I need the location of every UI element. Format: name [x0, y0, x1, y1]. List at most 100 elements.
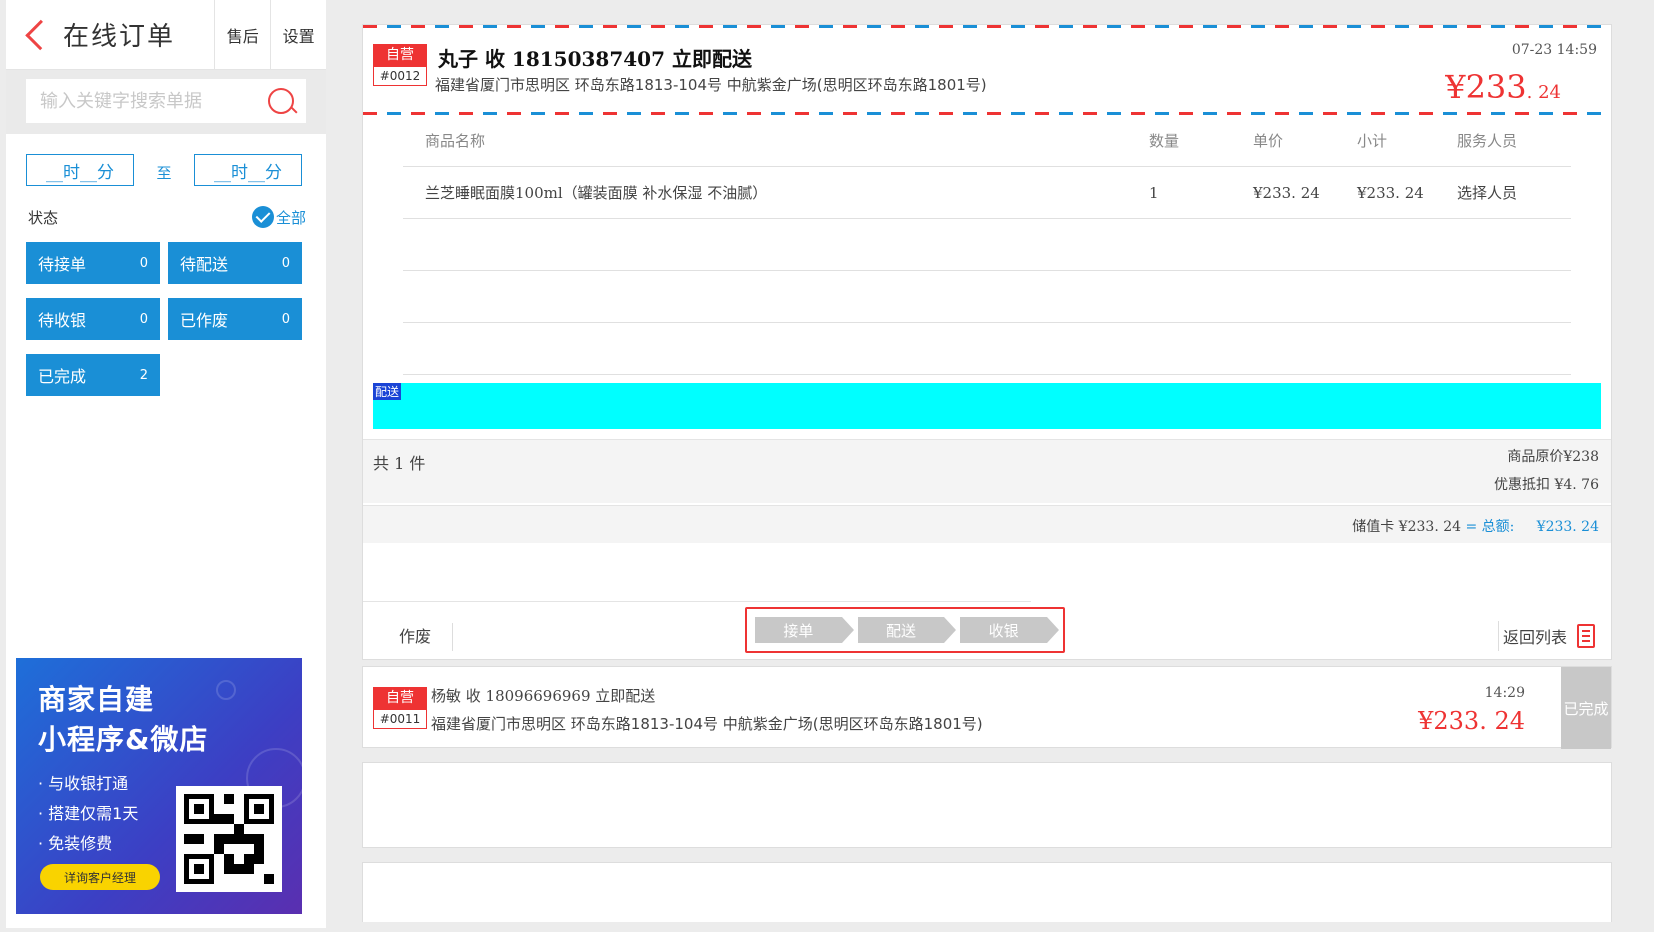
status-count: 0 — [139, 311, 148, 327]
step-delivery-button[interactable]: 配送 — [857, 617, 956, 643]
select-staff-button[interactable]: 选择人员 — [1457, 182, 1557, 203]
original-price: 商品原价¥238 — [1507, 449, 1599, 465]
promo-point: · 搭建仅需1天 — [38, 804, 139, 823]
item-qty: 1 — [1149, 183, 1159, 202]
pay-method: 储值卡 ¥233. 24 — [1352, 519, 1462, 535]
table-row-empty — [403, 219, 1571, 271]
item-price: ¥233. 24 — [1253, 183, 1320, 202]
equals-sign: = — [1465, 519, 1478, 535]
order-time: 07-23 14:59 — [1511, 42, 1597, 58]
table-header: 商品名称 数量 单价 小计 服务人员 — [403, 115, 1571, 167]
step-cashier-button[interactable]: 收银 — [960, 617, 1059, 643]
status-count: 2 — [139, 367, 148, 383]
qr-code-icon — [176, 786, 282, 892]
promo-banner[interactable]: 商家自建 小程序&微店 · 与收银打通 · 搭建仅需1天 · 免装修费 详询客户… — [16, 658, 302, 914]
badge-label: 自营 — [373, 687, 427, 709]
order-time: 14:29 — [1484, 685, 1525, 701]
step-accept-button[interactable]: 接单 — [755, 617, 854, 643]
promo-title-2: 小程序&微店 — [38, 723, 209, 756]
back-to-list-button[interactable]: 返回列表 — [1497, 621, 1595, 651]
search-bar — [6, 70, 326, 134]
col-subtotal: 小计 — [1357, 132, 1388, 150]
status-pending-cashier-label: 待收银 — [38, 311, 87, 330]
table-row: 兰芝睡眠面膜100ml（罐装面膜 补水保湿 不油腻） 1 ¥233. 24 ¥2… — [403, 167, 1571, 219]
action-bar: 作废 接单 配送 收银 返回列表 — [363, 571, 1611, 659]
time-to-field[interactable]: __时__分 — [194, 154, 302, 186]
total-label: 总额: — [1481, 519, 1515, 535]
status-pending-delivery-label: 待配送 — [180, 255, 229, 274]
consult-button[interactable]: 详询客户经理 — [40, 864, 160, 890]
order-headline: 丸子 收 18150387407 立即配送 — [438, 47, 752, 71]
delivery-bar: 配送 — [373, 383, 1601, 429]
table-row-empty — [403, 271, 1571, 323]
col-name: 商品名称 — [425, 132, 486, 150]
summary-section: 共 1 件 商品原价¥238 优惠抵扣 ¥4. 76 — [363, 439, 1611, 503]
search-box — [26, 79, 306, 123]
promo-point: · 与收银打通 — [38, 774, 129, 793]
order-number: #0011 — [373, 709, 427, 729]
page-title: 在线订单 — [62, 22, 175, 52]
item-name: 兰芝睡眠面膜100ml（罐装面膜 补水保湿 不油腻） — [425, 184, 768, 202]
aftersale-button[interactable]: 售后 — [214, 0, 270, 70]
status-row: 状态 全部 — [6, 186, 326, 228]
order-list-item[interactable]: 自营 #0011 杨敏 收 18096696969 立即配送 福建省厦门市思明区… — [362, 666, 1612, 749]
promo-point: · 免装修费 — [38, 834, 113, 853]
discount: 优惠抵扣 ¥4. 76 — [1494, 477, 1599, 493]
status-count: 0 — [281, 311, 290, 327]
search-input[interactable] — [26, 79, 306, 123]
status-voided-label: 已作废 — [180, 311, 229, 330]
order-number: #0012 — [373, 66, 427, 86]
item-subtotal: ¥233. 24 — [1357, 183, 1424, 202]
status-grid: 待接单 0 待配送 0 待收银 0 已作废 0 已完成 2 — [6, 228, 326, 396]
check-icon — [251, 206, 274, 228]
order-steps: 接单 配送 收银 — [745, 607, 1065, 653]
divider — [363, 601, 1031, 602]
total-value: ¥233. 24 — [1536, 519, 1599, 535]
col-price: 单价 — [1253, 132, 1284, 150]
status-pending-accept-label: 待接单 — [38, 255, 87, 274]
status-voided[interactable]: 已作废 0 — [168, 298, 302, 340]
all-label: 全部 — [275, 208, 306, 227]
empty-order-card — [362, 762, 1612, 848]
status-completed[interactable]: 已完成 2 — [26, 354, 160, 396]
search-icon[interactable] — [268, 88, 294, 114]
item-count: 共 1 件 — [373, 454, 426, 473]
settings-button[interactable]: 设置 — [270, 0, 326, 70]
col-qty: 数量 — [1149, 132, 1180, 150]
decor-circle-icon — [216, 680, 236, 700]
back-to-list-label: 返回列表 — [1502, 628, 1567, 647]
back-icon[interactable] — [25, 19, 56, 50]
self-operated-badge: 自营 #0012 — [373, 44, 427, 86]
status-pending-delivery[interactable]: 待配送 0 — [168, 242, 302, 284]
items-table: 商品名称 数量 单价 小计 服务人员 兰芝睡眠面膜100ml（罐装面膜 补水保湿… — [403, 115, 1571, 375]
order-address: 福建省厦门市思明区 环岛东路1813-104号 中航紫金广场(思明区环岛东路18… — [431, 715, 983, 733]
status-count: 0 — [281, 255, 290, 271]
time-range: __时__分 至 __时__分 — [6, 134, 326, 186]
status-count: 0 — [139, 255, 148, 271]
empty-order-card — [362, 862, 1612, 922]
void-button[interactable]: 作废 — [383, 623, 453, 651]
status-badge: 已完成 — [1561, 667, 1611, 749]
table-row-empty — [403, 323, 1571, 375]
to-label: 至 — [156, 163, 172, 182]
self-operated-badge: 自营 #0011 — [373, 687, 427, 729]
badge-label: 自营 — [373, 44, 427, 66]
status-pending-cashier[interactable]: 待收银 0 — [26, 298, 160, 340]
order-header: 自营 #0012 丸子 收 18150387407 立即配送 福建省厦门市思明区… — [363, 28, 1611, 112]
all-checkbox[interactable]: 全部 — [251, 206, 306, 228]
delivery-label: 配送 — [373, 383, 402, 400]
status-completed-label: 已完成 — [38, 367, 87, 386]
time-from-field[interactable]: __时__分 — [26, 154, 134, 186]
list-icon — [1577, 624, 1595, 648]
order-detail-card: 自营 #0012 丸子 收 18150387407 立即配送 福建省厦门市思明区… — [362, 24, 1612, 660]
payment-line: 储值卡 ¥233. 24 = 总额: ¥233. 24 — [1352, 516, 1599, 536]
status-pending-accept[interactable]: 待接单 0 — [26, 242, 160, 284]
col-staff: 服务人员 — [1457, 132, 1518, 150]
amount-int: ¥233 — [1445, 68, 1527, 106]
main-area: 自营 #0012 丸子 收 18150387407 立即配送 福建省厦门市思明区… — [336, 0, 1654, 932]
amount-dec: . 24 — [1526, 82, 1561, 103]
promo-title-1: 商家自建 — [38, 683, 155, 716]
order-amount: ¥233. 24 — [1418, 707, 1525, 735]
order-amount: ¥233. 24 — [1445, 68, 1561, 106]
order-headline: 杨敏 收 18096696969 立即配送 — [431, 687, 656, 705]
